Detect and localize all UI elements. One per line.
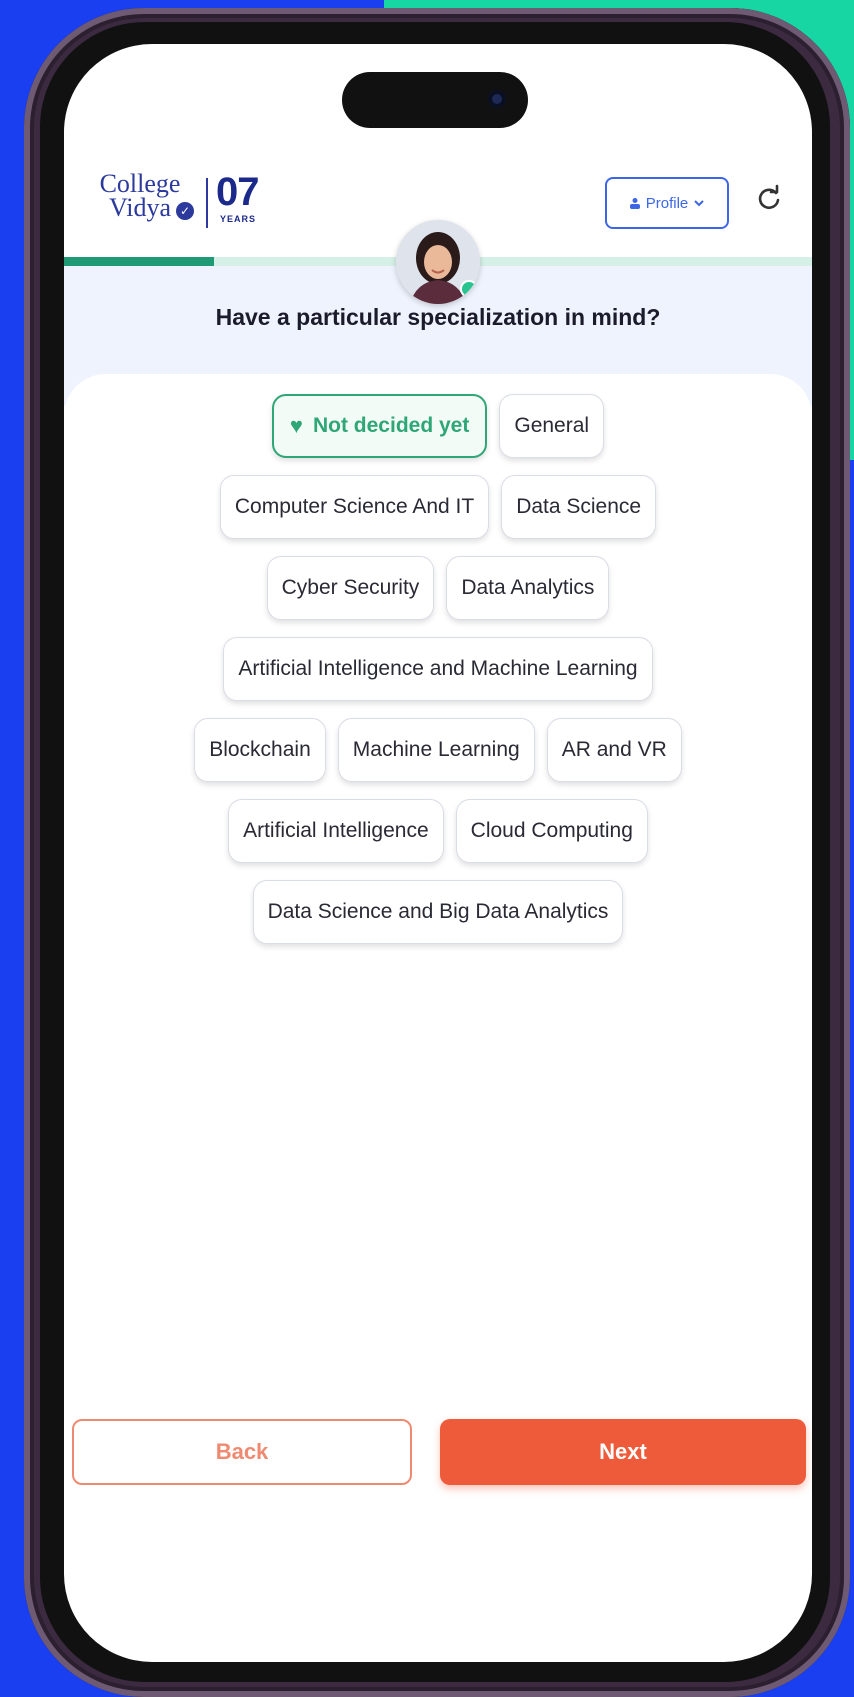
advisor-avatar [396, 220, 480, 304]
years-label: YEARS [220, 214, 257, 224]
chip-data-science-big-data[interactable]: Data Science and Big Data Analytics [252, 880, 624, 944]
chip-data-science[interactable]: Data Science [501, 475, 657, 539]
chip-row: Cyber Security Data Analytics [64, 556, 812, 620]
chip-row: Artificial Intelligence Cloud Computing [64, 799, 812, 863]
chip-machine-learning[interactable]: Machine Learning [337, 718, 535, 782]
chip-general[interactable]: General [499, 394, 605, 458]
heart-icon: ♥ [289, 413, 303, 438]
chip-row: Computer Science And IT Data Science [64, 475, 812, 539]
back-button[interactable]: Back [72, 1419, 412, 1485]
chip-cloud-computing[interactable]: Cloud Computing [455, 799, 648, 863]
chip-data-analytics[interactable]: Data Analytics [446, 556, 610, 620]
chip-label: Not decided yet [312, 414, 470, 437]
camera-icon [488, 90, 506, 108]
chevron-down-icon [694, 200, 704, 207]
dynamic-island [342, 72, 528, 128]
profile-button[interactable]: Profile [605, 177, 729, 229]
chip-row: Artificial Intelligence and Machine Lear… [64, 637, 812, 701]
chip-ai-and-ml[interactable]: Artificial Intelligence and Machine Lear… [223, 637, 653, 701]
chip-row: ♥ Not decided yet General [64, 394, 812, 458]
college-vidya-logo[interactable]: College Vidya ✓ 07 YEARS [86, 170, 286, 242]
question-title: Have a particular specialization in mind… [215, 304, 661, 330]
refresh-icon[interactable] [754, 184, 784, 214]
progress-fill [64, 257, 214, 266]
chip-ar-and-vr[interactable]: AR and VR [546, 718, 682, 782]
chip-row: Blockchain Machine Learning AR and VR [64, 718, 812, 782]
profile-person-icon [629, 198, 640, 209]
chip-blockchain[interactable]: Blockchain [194, 718, 326, 782]
next-button[interactable]: Next [440, 1419, 806, 1485]
chip-artificial-intelligence[interactable]: Artificial Intelligence [228, 799, 444, 863]
years-number: 07 [216, 170, 259, 214]
chip-row: Data Science and Big Data Analytics [64, 880, 812, 944]
phone-screen: College Vidya ✓ 07 YEARS Profile Have a … [64, 44, 812, 1662]
profile-label: Profile [645, 194, 689, 212]
chip-computer-science-and-it[interactable]: Computer Science And IT [219, 475, 490, 539]
online-status-dot [460, 280, 478, 298]
logo-divider [206, 178, 208, 228]
check-badge-icon: ✓ [176, 202, 194, 220]
chip-not-decided-yet[interactable]: ♥ Not decided yet [271, 394, 488, 458]
chip-cyber-security[interactable]: Cyber Security [266, 556, 435, 620]
